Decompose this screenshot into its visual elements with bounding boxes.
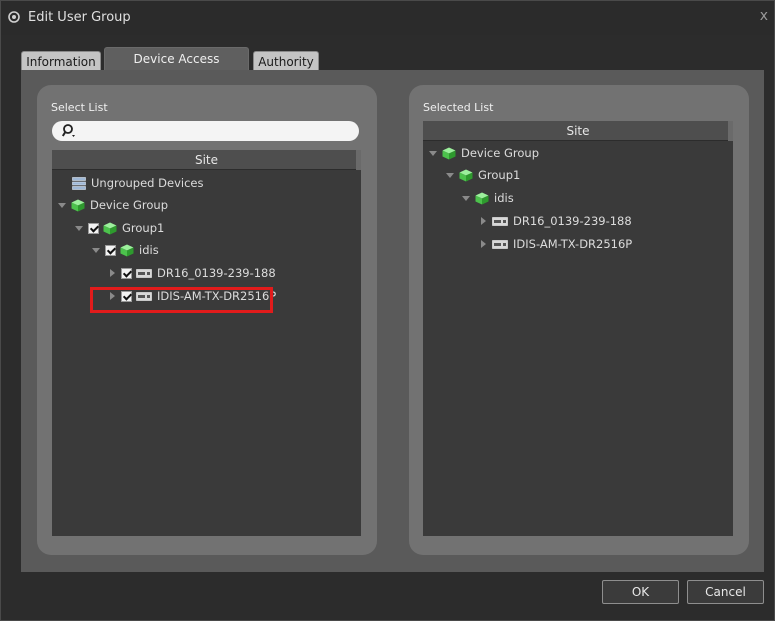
- group-cube-icon: [103, 222, 117, 234]
- edit-user-group-dialog: Edit User Group x Information Device Acc…: [0, 0, 775, 621]
- tree-item-label: Device Group: [90, 198, 168, 212]
- ungrouped-devices-icon: [72, 176, 86, 190]
- tree-item-device-group[interactable]: Device Group: [57, 195, 168, 215]
- tree-item-label: Group1: [478, 168, 521, 182]
- device-group-cube-icon: [71, 199, 85, 211]
- expand-arrow-icon[interactable]: [428, 148, 438, 158]
- recorder-device-icon: [492, 239, 508, 249]
- selection-highlight-box: [90, 287, 273, 313]
- tree-item-idis[interactable]: idis: [461, 188, 514, 208]
- tab-information[interactable]: Information: [21, 51, 101, 71]
- window-title: Edit User Group: [28, 10, 131, 25]
- checkbox[interactable]: [88, 222, 99, 234]
- tree-item-label: Ungrouped Devices: [91, 176, 204, 190]
- select-list-label: Select List: [51, 101, 108, 114]
- expand-arrow-icon[interactable]: [74, 223, 84, 233]
- expand-arrow-icon[interactable]: [91, 245, 101, 255]
- tree-item-idis-am-tx[interactable]: IDIS-AM-TX-DR2516P: [478, 234, 632, 254]
- site-column-header[interactable]: Site: [52, 150, 361, 170]
- scrollbar-stub: [356, 150, 361, 170]
- collapse-arrow-icon[interactable]: [478, 239, 488, 249]
- scrollbar-stub: [728, 121, 733, 141]
- search-icon[interactable]: [62, 123, 78, 139]
- ok-button[interactable]: OK: [602, 580, 679, 604]
- tree-item-ungrouped-devices[interactable]: Ungrouped Devices: [72, 173, 203, 193]
- tree-item-device-group[interactable]: Device Group: [428, 143, 539, 163]
- checkbox[interactable]: [105, 244, 116, 256]
- site-header-label: Site: [566, 124, 590, 138]
- select-list-panel: Select List Site Ungrouped Devices Devic…: [37, 85, 377, 555]
- site-header-label: Site: [194, 153, 219, 167]
- tab-content: Select List Site Ungrouped Devices Devic…: [21, 70, 764, 572]
- tree-item-label: IDIS-AM-TX-DR2516P: [513, 237, 633, 251]
- expand-arrow-icon[interactable]: [445, 170, 455, 180]
- tab-device-access-authority[interactable]: Device Access Authority: [104, 47, 249, 88]
- cancel-button[interactable]: Cancel: [687, 580, 764, 604]
- selected-list-tree[interactable]: Site Device Group Group1 idis DR16_0139-…: [423, 121, 733, 536]
- tree-item-group1[interactable]: Group1: [445, 165, 520, 185]
- tree-item-dr16[interactable]: DR16_0139-239-188: [478, 211, 632, 231]
- group-cube-icon: [475, 192, 489, 204]
- select-list-tree[interactable]: Site Ungrouped Devices Device Group Grou…: [52, 150, 361, 536]
- checkbox[interactable]: [121, 267, 132, 279]
- search-input[interactable]: [52, 121, 359, 141]
- site-column-header[interactable]: Site: [423, 121, 733, 141]
- collapse-arrow-icon[interactable]: [478, 216, 488, 226]
- tree-item-label: idis: [139, 243, 159, 257]
- tree-item-label: Device Group: [461, 146, 539, 160]
- tree-item-group1[interactable]: Group1: [74, 218, 164, 238]
- recorder-device-icon: [492, 216, 508, 226]
- expand-arrow-icon[interactable]: [461, 193, 471, 203]
- selected-list-panel: Selected List Site Device Group Group1 i…: [409, 85, 749, 555]
- tree-item-idis[interactable]: idis: [91, 240, 159, 260]
- tab-authority[interactable]: Authority: [253, 51, 319, 71]
- selected-list-label: Selected List: [423, 101, 494, 114]
- expand-arrow-icon[interactable]: [57, 200, 67, 210]
- title-bar: Edit User Group x: [1, 1, 774, 35]
- device-group-cube-icon: [442, 147, 456, 159]
- tree-item-dr16[interactable]: DR16_0139-239-188: [107, 263, 276, 283]
- group-cube-icon: [459, 169, 473, 181]
- group-cube-icon: [120, 244, 134, 256]
- tree-item-label: DR16_0139-239-188: [513, 214, 632, 228]
- recorder-device-icon: [136, 268, 152, 278]
- close-icon[interactable]: x: [760, 8, 768, 24]
- tree-item-label: idis: [494, 191, 514, 205]
- tree-item-label: DR16_0139-239-188: [157, 266, 276, 280]
- gear-icon: [8, 11, 20, 23]
- tree-item-label: Group1: [122, 221, 165, 235]
- collapse-arrow-icon[interactable]: [107, 268, 117, 278]
